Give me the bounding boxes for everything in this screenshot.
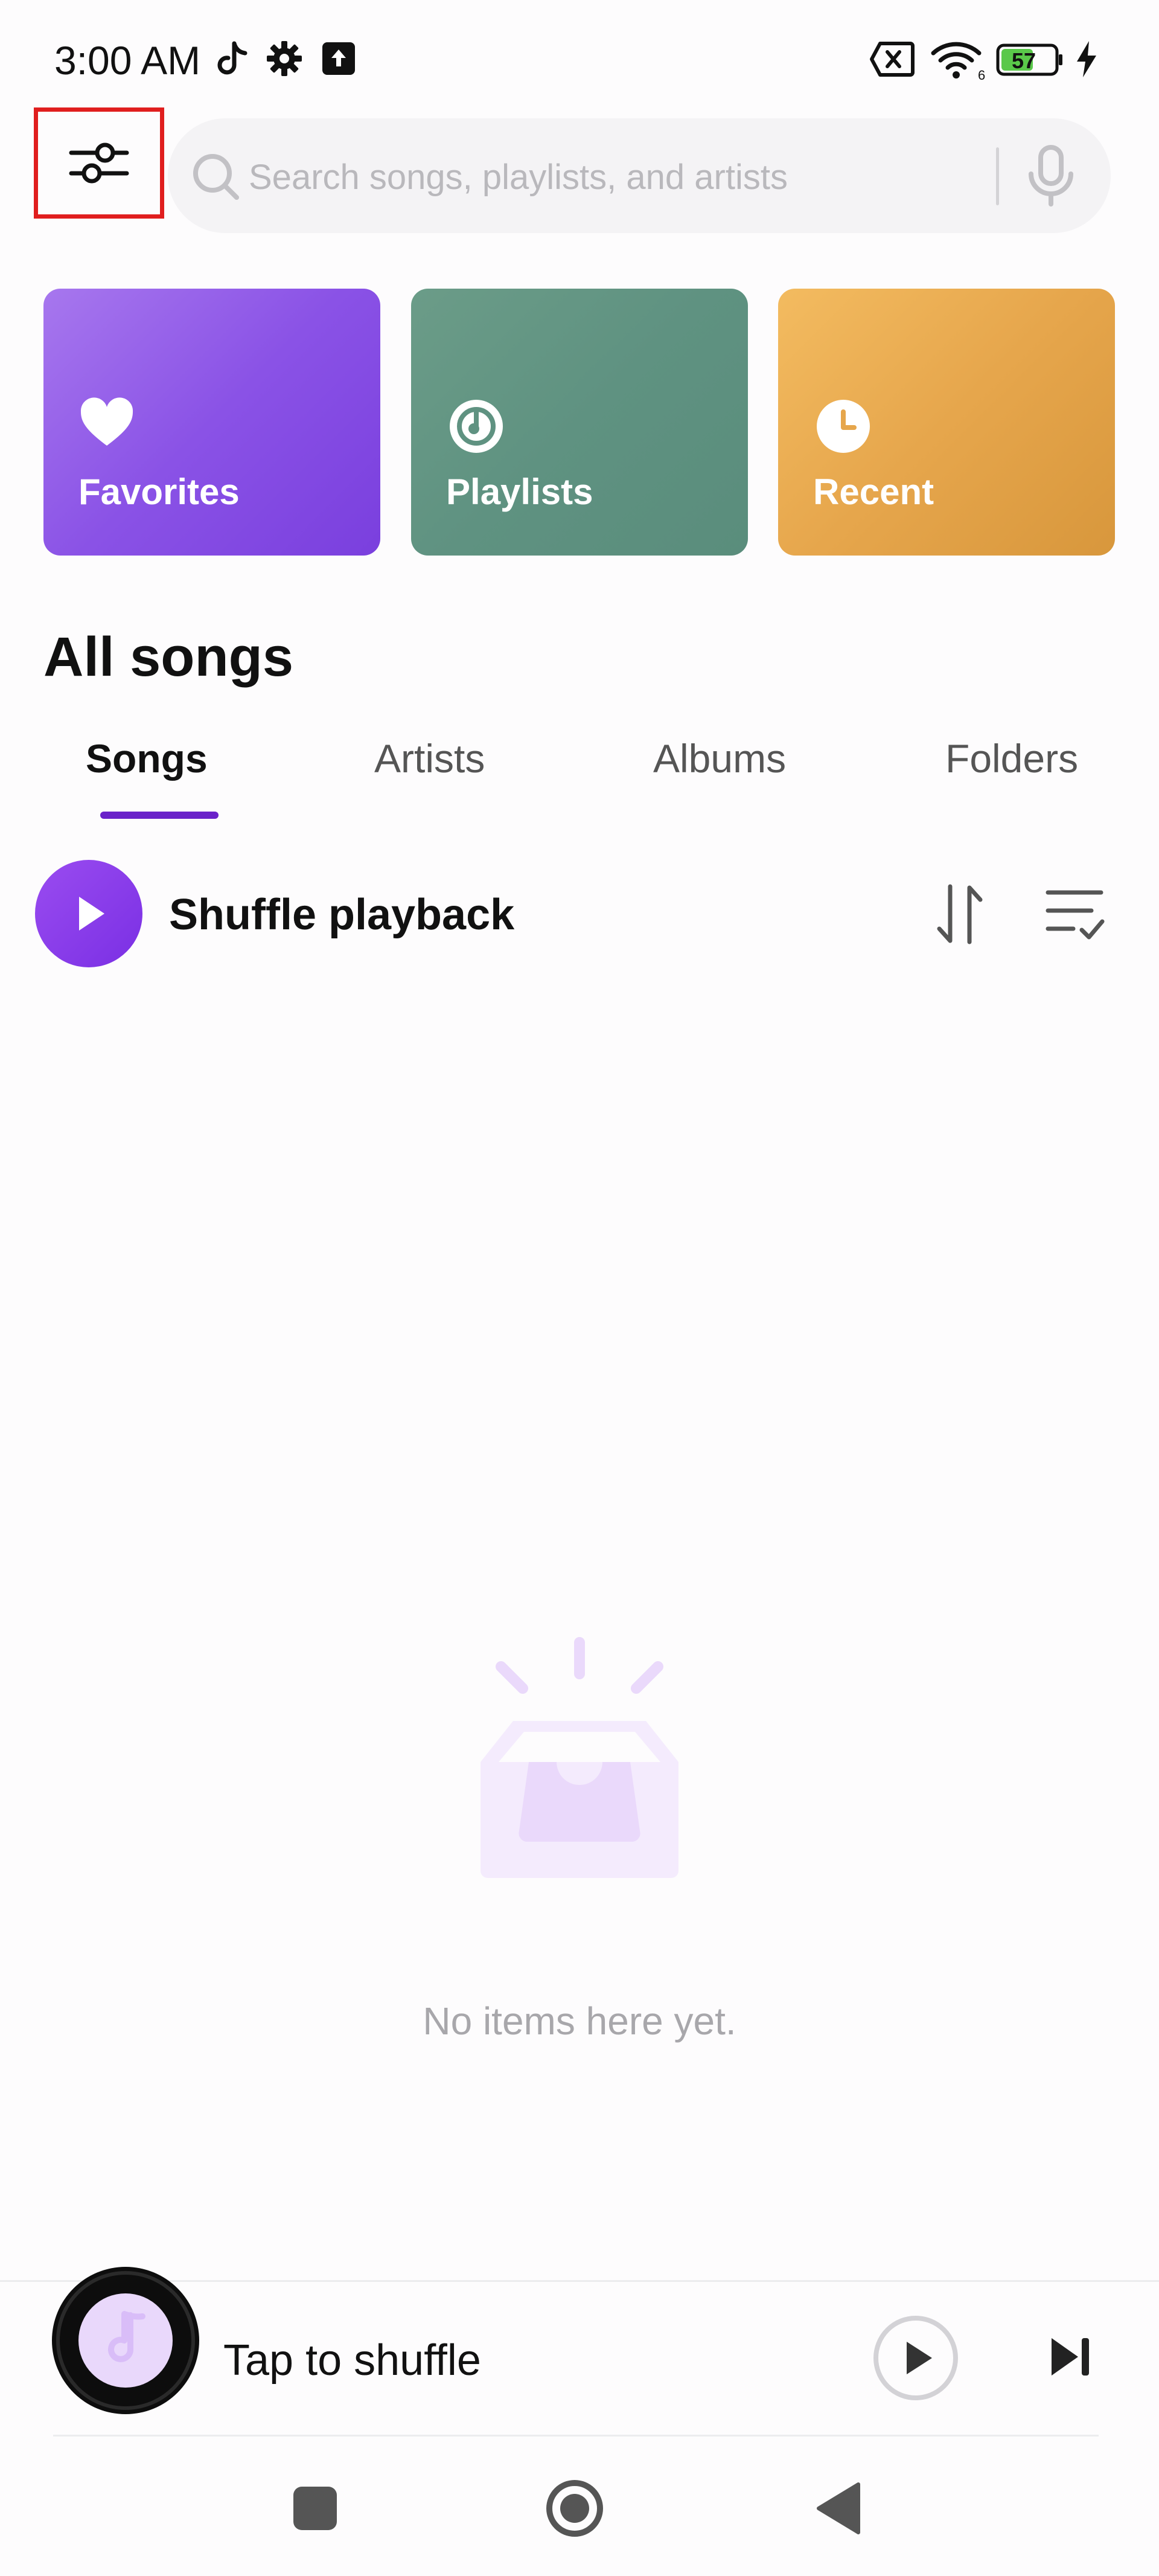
battery-icon: 57 <box>996 43 1064 76</box>
heart-icon <box>80 397 133 446</box>
shuffle-playback-label[interactable]: Shuffle playback <box>169 890 514 940</box>
favorites-label: Favorites <box>78 472 240 512</box>
tab-folders[interactable]: Folders <box>945 735 1078 781</box>
status-bar: 3:00 AM 6 57 <box>0 0 1159 115</box>
mini-player-label[interactable]: Tap to shuffle <box>223 2336 481 2385</box>
tab-active-indicator <box>100 812 219 819</box>
play-icon <box>79 897 104 931</box>
microphone-icon[interactable] <box>1024 143 1078 209</box>
tab-songs[interactable]: Songs <box>86 735 208 781</box>
multi-select-icon[interactable] <box>1043 879 1106 949</box>
battery-level: 57 <box>1012 48 1036 73</box>
shuffle-play-button[interactable] <box>35 860 142 967</box>
charging-icon <box>1077 41 1096 77</box>
filter-button[interactable] <box>34 107 164 219</box>
upload-icon <box>322 42 355 75</box>
mini-player-album-art[interactable] <box>51 2266 200 2418</box>
mini-player-play-button[interactable] <box>872 2314 960 2402</box>
tiktok-icon <box>217 41 247 75</box>
playlists-card[interactable]: Playlists <box>411 289 748 556</box>
home-circle-icon[interactable] <box>544 2478 605 2539</box>
sort-icon[interactable] <box>930 879 990 949</box>
tab-albums[interactable]: Albums <box>653 735 786 781</box>
clock-icon <box>817 400 870 453</box>
sliders-icon <box>69 143 129 184</box>
empty-state-message: No items here yet. <box>423 1999 736 2043</box>
wifi-icon: 6 <box>931 42 985 81</box>
recents-square-icon[interactable] <box>291 2484 339 2533</box>
search-icon <box>193 154 239 200</box>
search-input[interactable] <box>247 155 1035 199</box>
section-title: All songs <box>43 626 294 688</box>
search-divider <box>996 147 999 205</box>
tab-artists[interactable]: Artists <box>374 735 485 781</box>
status-time: 3:00 AM <box>54 38 201 83</box>
playlist-disc-icon <box>450 400 503 453</box>
back-triangle-icon[interactable] <box>814 2481 862 2536</box>
empty-tray-icon <box>481 1637 678 1878</box>
search-bar[interactable] <box>168 118 1111 233</box>
skip-next-icon[interactable] <box>1048 2334 1093 2379</box>
playlists-label: Playlists <box>446 472 593 512</box>
recent-label: Recent <box>813 472 934 512</box>
sim-disabled-icon <box>870 42 915 77</box>
favorites-card[interactable]: Favorites <box>43 289 380 556</box>
svg-text:6: 6 <box>978 68 985 81</box>
recent-card[interactable]: Recent <box>778 289 1115 556</box>
settings-gear-icon <box>267 41 302 76</box>
mini-player-bottom-divider <box>53 2435 1099 2437</box>
